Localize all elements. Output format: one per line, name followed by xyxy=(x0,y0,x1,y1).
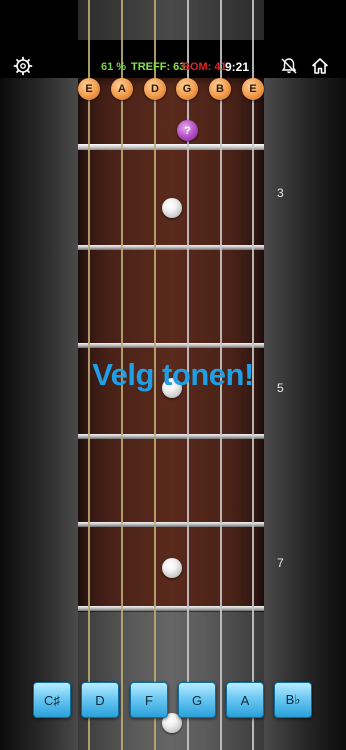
open-string-note: G xyxy=(176,78,198,100)
hits-counter: TREFF: 63 xyxy=(131,61,186,73)
instruction-prompt: Velg tonen! xyxy=(92,357,254,392)
open-string-note: E xyxy=(242,78,264,100)
answer-button[interactable]: D xyxy=(81,682,119,718)
misses-counter: BOM: 41 xyxy=(182,61,227,73)
nut xyxy=(78,144,264,150)
settings-icon[interactable] xyxy=(13,56,33,76)
answer-button[interactable]: C♯ xyxy=(33,682,71,718)
answer-button[interactable]: B♭ xyxy=(274,682,312,718)
answer-button[interactable]: A xyxy=(226,682,264,718)
answer-button[interactable]: G xyxy=(178,682,216,718)
open-string-note: D xyxy=(144,78,166,100)
background-left xyxy=(0,78,78,750)
fret-5 xyxy=(78,522,264,527)
timer: 9:21 xyxy=(225,60,250,74)
background-right xyxy=(264,78,346,750)
fret-number-label: 7 xyxy=(277,556,284,570)
open-string-note: A xyxy=(111,78,133,100)
neck-headstock-edge xyxy=(78,0,264,40)
home-icon[interactable] xyxy=(310,56,330,76)
fret-marker-dot xyxy=(162,558,182,578)
answer-button[interactable]: F xyxy=(130,682,168,718)
open-string-note: B xyxy=(209,78,231,100)
bell-off-icon[interactable] xyxy=(279,56,299,76)
fret-3 xyxy=(78,343,264,348)
accuracy-percent: 61 % xyxy=(101,61,127,73)
fret-2 xyxy=(78,245,264,250)
open-string-note: E xyxy=(78,78,100,100)
fret-marker-dot xyxy=(162,198,182,218)
fret-number-label: 3 xyxy=(277,186,284,200)
fret-4 xyxy=(78,434,264,439)
fret-6 xyxy=(78,606,264,611)
target-note-marker: ? xyxy=(177,120,198,141)
